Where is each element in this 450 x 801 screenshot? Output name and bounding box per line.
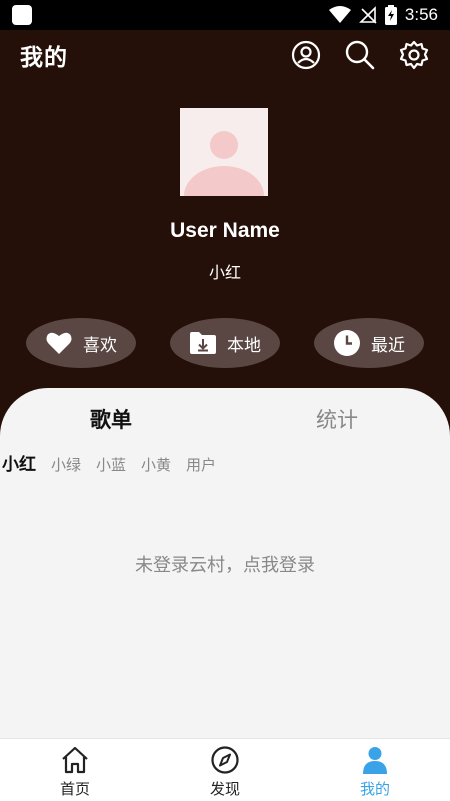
status-time: 3:56 <box>404 5 438 24</box>
app-notification-icon <box>12 5 32 25</box>
app-header: 我的 <box>0 30 450 80</box>
page-title: 我的 <box>20 45 68 71</box>
header-actions <box>290 39 430 71</box>
user-subtitle: 小红 <box>208 263 241 282</box>
compass-icon <box>210 745 240 775</box>
playlist-filters: 小红 小绿 小蓝 小黄 用户 <box>2 450 216 475</box>
folder-download-icon <box>189 329 217 357</box>
clock-icon <box>333 329 361 357</box>
filter-chip-user[interactable]: 用户 <box>186 454 216 475</box>
search-icon[interactable] <box>344 39 376 71</box>
recent-button[interactable]: 最近 <box>314 318 424 368</box>
tab-playlist[interactable]: 歌单 <box>90 404 132 434</box>
status-bar: 3:56 <box>0 0 450 30</box>
filter-chip-xiaolan[interactable]: 小蓝 <box>96 454 126 475</box>
default-avatar-icon <box>180 108 268 196</box>
status-indicators: 3:56 <box>328 5 438 25</box>
account-icon[interactable] <box>290 39 322 71</box>
liked-button[interactable]: 喜欢 <box>26 318 136 368</box>
tab-stats[interactable]: 统计 <box>316 404 358 434</box>
recent-label: 最近 <box>371 335 405 356</box>
content-panel: 歌单 统计 小红 小绿 小蓝 小黄 用户 未登录云村，点我登录 <box>0 388 450 738</box>
nav-discover-label: 发现 <box>209 780 240 798</box>
no-signal-icon <box>358 6 377 24</box>
login-prompt[interactable]: 未登录云村，点我登录 <box>0 551 450 577</box>
bottom-nav: 首页 发现 我的 <box>0 738 450 801</box>
liked-label: 喜欢 <box>83 335 117 356</box>
nav-mine-label: 我的 <box>359 780 390 798</box>
wifi-icon <box>328 6 351 24</box>
filter-chip-xiaohuang[interactable]: 小黄 <box>141 454 171 475</box>
user-icon <box>360 745 390 775</box>
heart-icon <box>45 329 73 357</box>
avatar[interactable] <box>180 108 268 196</box>
nav-mine[interactable]: 我的 <box>300 739 450 801</box>
local-label: 本地 <box>227 335 261 356</box>
local-button[interactable]: 本地 <box>170 318 280 368</box>
battery-charging-icon <box>384 5 397 25</box>
nav-home[interactable]: 首页 <box>0 739 150 801</box>
user-name: User Name <box>170 219 280 242</box>
gear-icon[interactable] <box>398 39 430 71</box>
filter-chip-xiaolv[interactable]: 小绿 <box>51 454 81 475</box>
nav-discover[interactable]: 发现 <box>150 739 300 801</box>
home-icon <box>60 745 90 775</box>
nav-home-label: 首页 <box>59 780 90 798</box>
filter-chip-xiaohong[interactable]: 小红 <box>2 450 36 475</box>
